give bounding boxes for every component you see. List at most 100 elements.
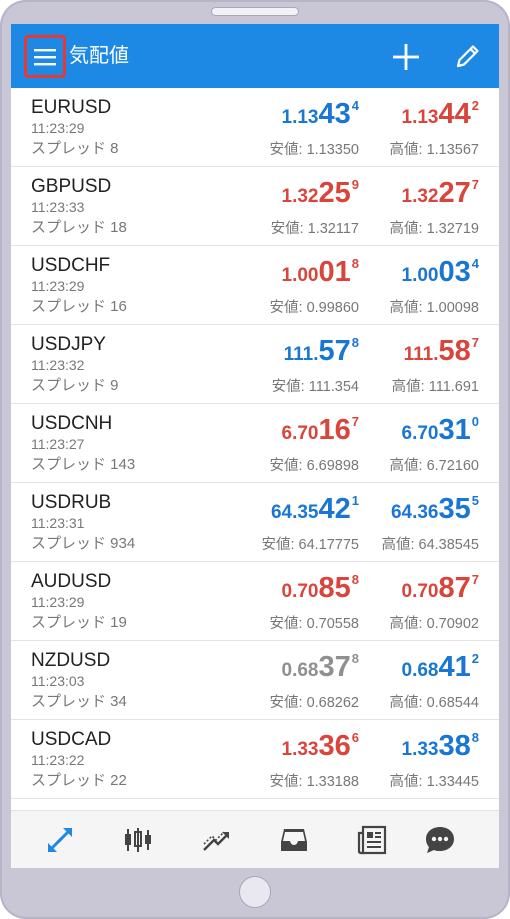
bid-price[interactable]: 6.70167 xyxy=(282,414,359,448)
nav-quotes[interactable] xyxy=(42,823,78,857)
ask-price[interactable]: 1.00034 xyxy=(402,256,479,290)
ask-price[interactable]: 1.13442 xyxy=(402,98,479,132)
quote-row[interactable]: USDCHF 11:23:29 スプレッド 16 1.00018 1.00034… xyxy=(11,246,499,325)
quote-time: 11:23:03 xyxy=(31,673,85,689)
symbol-name: USDCHF xyxy=(31,255,111,276)
ask-price-fraction: 7 xyxy=(471,335,479,350)
ask-price-base: 0.68 xyxy=(401,660,439,681)
ask-price[interactable]: 6.70310 xyxy=(402,414,479,448)
ask-price[interactable]: 1.32277 xyxy=(402,177,479,211)
chart-icon xyxy=(125,828,151,852)
low-price: 安値: 0.70558 xyxy=(269,616,359,632)
spread-label: スプレッド 16 xyxy=(31,298,127,315)
ask-price[interactable]: 111.587 xyxy=(404,335,479,369)
app-bar: 気配値 xyxy=(11,24,499,88)
bid-price-base: 1.00 xyxy=(281,265,319,286)
quote-row[interactable]: USDCNH 11:23:27 スプレッド 143 6.70167 6.7031… xyxy=(11,404,499,483)
spread-label: スプレッド 143 xyxy=(31,456,136,473)
ask-price-fraction: 7 xyxy=(471,572,479,587)
bid-price-pips: 25 xyxy=(318,177,351,209)
news-icon xyxy=(357,825,387,855)
bid-price-base: 0.70 xyxy=(281,581,319,602)
ask-price-fraction: 0 xyxy=(471,414,479,429)
nav-trade[interactable] xyxy=(198,823,234,857)
high-price: 高値: 0.70902 xyxy=(389,616,479,632)
quote-list: EURUSD 11:23:29 スプレッド 8 1.13434 1.13442 … xyxy=(11,88,499,799)
bid-price[interactable]: 111.578 xyxy=(284,335,359,369)
menu-button[interactable] xyxy=(24,35,66,78)
ask-price-fraction: 7 xyxy=(471,177,479,192)
quote-row[interactable]: EURUSD 11:23:29 スプレッド 8 1.13434 1.13442 … xyxy=(11,88,499,167)
quote-time: 11:23:29 xyxy=(31,594,85,610)
spread-label: スプレッド 9 xyxy=(31,377,119,394)
high-price: 高値: 1.00098 xyxy=(389,300,479,316)
bid-price-pips: 43 xyxy=(318,98,351,130)
quote-time: 11:23:29 xyxy=(31,278,85,294)
ask-price-base: 111. xyxy=(403,344,439,365)
quote-row[interactable]: USDRUB 11:23:31 スプレッド 934 64.35421 64.36… xyxy=(11,483,499,562)
symbol-name: USDCAD xyxy=(31,729,112,750)
bid-price[interactable]: 0.70858 xyxy=(282,572,359,606)
quote-time: 11:23:27 xyxy=(31,436,85,452)
ask-price[interactable]: 0.70877 xyxy=(402,572,479,606)
symbol-name: USDCNH xyxy=(31,413,113,434)
bottom-navigation xyxy=(11,810,499,868)
ask-price[interactable]: 64.36355 xyxy=(391,493,479,527)
quote-row[interactable]: USDJPY 11:23:32 スプレッド 9 111.578 111.587 … xyxy=(11,325,499,404)
quotes-icon xyxy=(48,828,72,852)
bid-price[interactable]: 64.35421 xyxy=(271,493,359,527)
symbol-name: AUDUSD xyxy=(31,571,112,592)
high-price: 高値: 1.33445 xyxy=(389,774,479,790)
bid-price-pips: 42 xyxy=(318,493,351,525)
bid-price[interactable]: 1.33366 xyxy=(282,730,359,764)
low-price: 安値: 1.32117 xyxy=(270,221,359,237)
ask-price-pips: 27 xyxy=(438,177,471,209)
bid-price[interactable]: 1.32259 xyxy=(282,177,359,211)
ask-price-pips: 58 xyxy=(438,335,471,367)
quote-time: 11:23:31 xyxy=(31,515,85,531)
ask-price-pips: 03 xyxy=(438,256,471,288)
nav-news[interactable] xyxy=(354,823,390,857)
high-price: 高値: 1.32719 xyxy=(389,221,479,237)
ask-price-base: 6.70 xyxy=(401,423,439,444)
ask-price-pips: 31 xyxy=(438,414,471,446)
nav-chat[interactable] xyxy=(422,823,458,857)
pencil-icon[interactable] xyxy=(454,42,482,70)
bid-price-base: 0.68 xyxy=(281,660,319,681)
nav-history[interactable] xyxy=(276,823,312,857)
quote-row[interactable]: GBPUSD 11:23:33 スプレッド 18 1.32259 1.32277… xyxy=(11,167,499,246)
spread-label: スプレッド 18 xyxy=(31,219,127,236)
bid-price[interactable]: 1.00018 xyxy=(282,256,359,290)
bid-price[interactable]: 1.13434 xyxy=(282,98,359,132)
low-price: 安値: 0.99860 xyxy=(269,300,359,316)
ask-price-pips: 38 xyxy=(438,730,471,762)
bid-price-fraction: 1 xyxy=(351,493,359,508)
symbol-name: EURUSD xyxy=(31,97,112,118)
high-price: 高値: 0.68544 xyxy=(389,695,479,711)
bid-price[interactable]: 0.68378 xyxy=(282,651,359,685)
quote-row[interactable]: NZDUSD 11:23:03 スプレッド 34 0.68378 0.68412… xyxy=(11,641,499,720)
home-button[interactable] xyxy=(239,876,271,908)
quote-row[interactable]: USDCAD 11:23:22 スプレッド 22 1.33366 1.33388… xyxy=(11,720,499,799)
trade-icon xyxy=(203,831,229,851)
low-price: 安値: 0.68262 xyxy=(269,695,359,711)
high-price: 高値: 1.13567 xyxy=(389,142,479,158)
low-price: 安値: 1.13350 xyxy=(269,142,359,158)
page-title: 気配値 xyxy=(69,45,129,67)
bid-price-fraction: 8 xyxy=(351,335,359,350)
low-price: 安値: 64.17775 xyxy=(261,537,359,553)
ask-price[interactable]: 0.68412 xyxy=(402,651,479,685)
bid-price-pips: 01 xyxy=(318,256,351,288)
plus-icon[interactable] xyxy=(391,42,421,72)
bid-price-pips: 85 xyxy=(318,572,351,604)
spread-label: スプレッド 34 xyxy=(31,693,127,710)
nav-chart[interactable] xyxy=(120,823,156,857)
ask-price-base: 0.70 xyxy=(401,581,439,602)
bid-price-fraction: 9 xyxy=(351,177,359,192)
bid-price-base: 64.35 xyxy=(270,502,319,523)
quote-row[interactable]: AUDUSD 11:23:29 スプレッド 19 0.70858 0.70877… xyxy=(11,562,499,641)
bid-price-fraction: 8 xyxy=(351,572,359,587)
ask-price[interactable]: 1.33388 xyxy=(402,730,479,764)
quote-time: 11:23:22 xyxy=(31,752,85,768)
symbol-name: NZDUSD xyxy=(31,650,111,671)
